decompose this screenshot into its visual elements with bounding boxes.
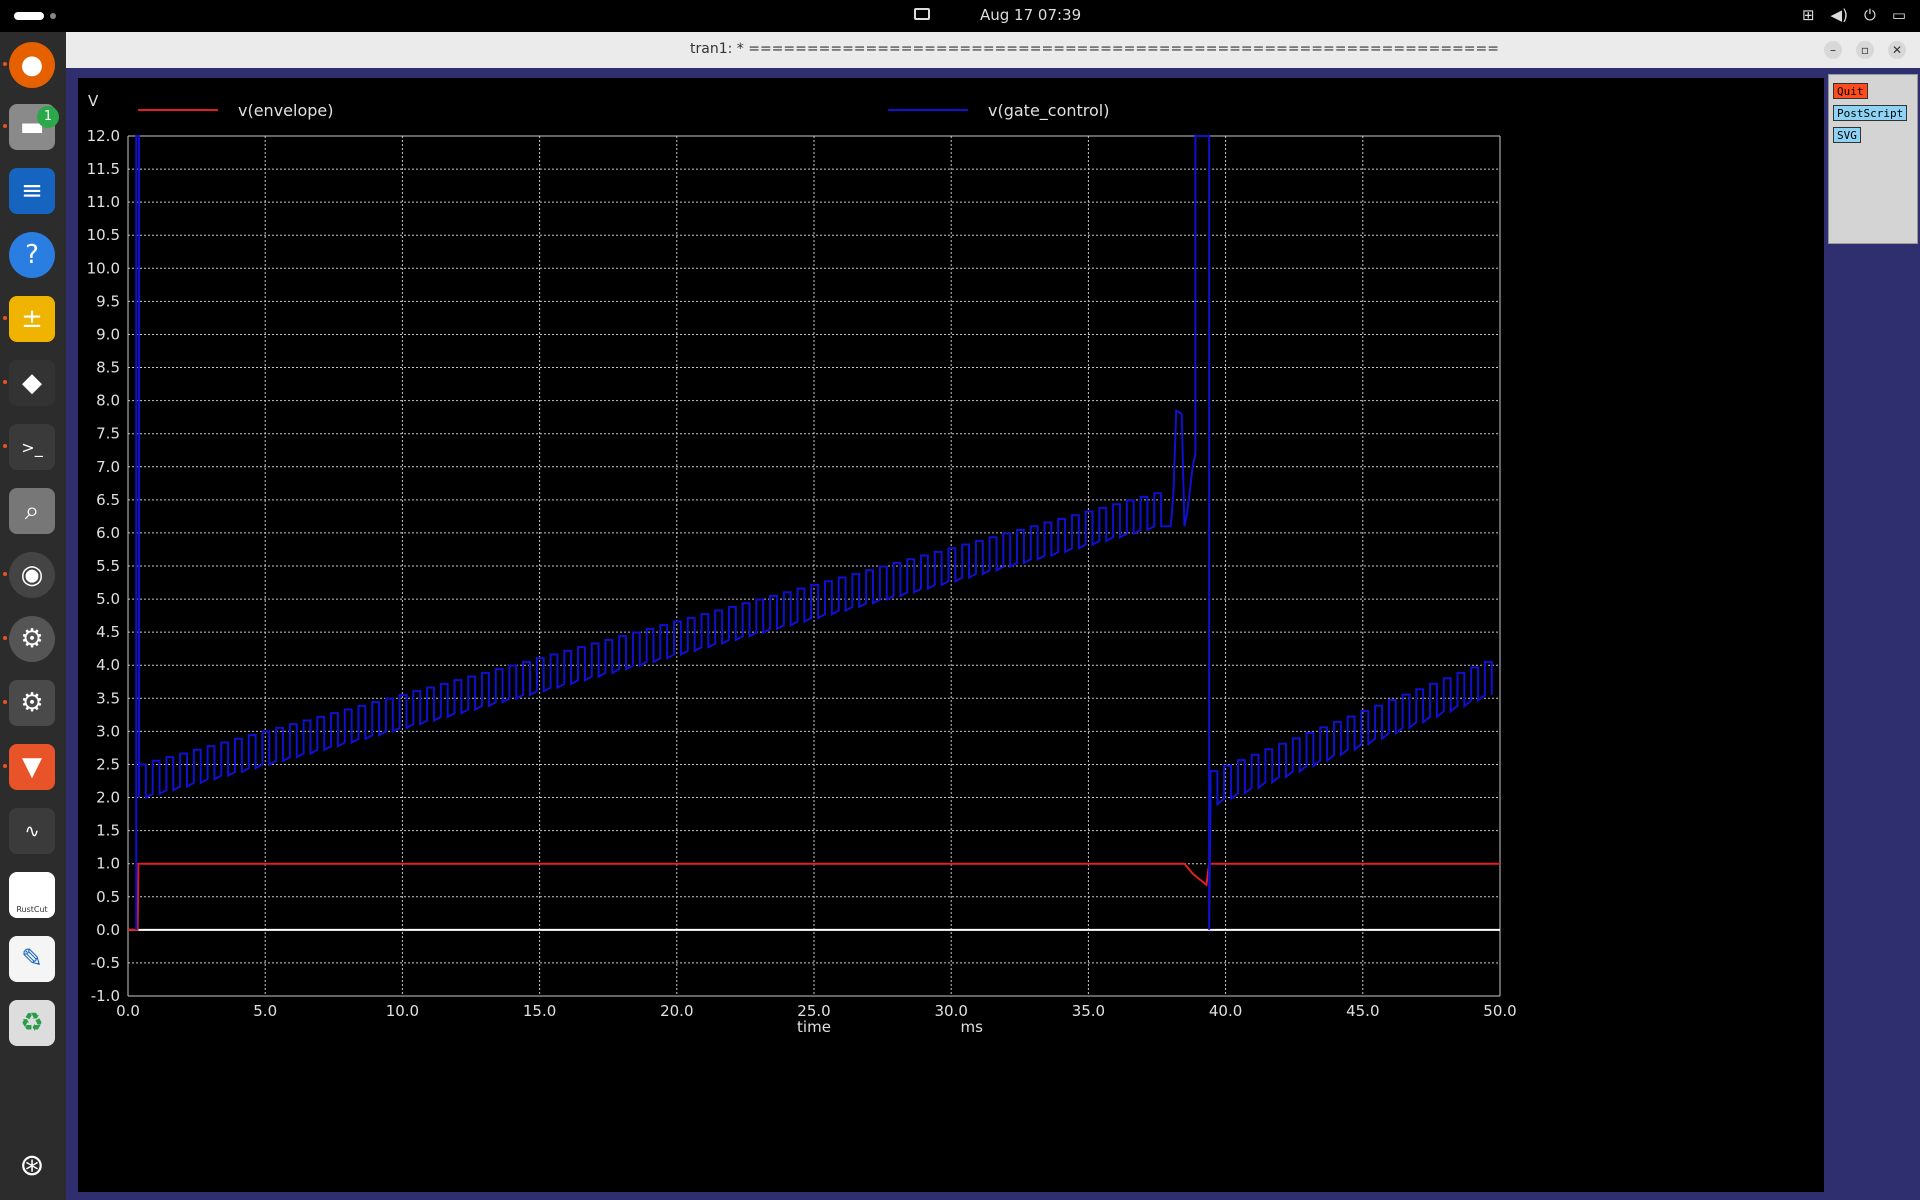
ubuntu-icon[interactable]: ⊛	[9, 1142, 55, 1188]
y-tick-label: 6.0	[96, 524, 120, 542]
workspace-indicator	[50, 13, 56, 19]
terminal-icon[interactable]: >_	[9, 424, 55, 470]
x-axis-label: time	[797, 1018, 831, 1036]
running-indicator	[3, 764, 7, 768]
gear-icon[interactable]: ⚙	[9, 616, 55, 662]
running-indicator	[3, 62, 7, 66]
quit-button[interactable]: Quit	[1833, 83, 1868, 99]
y-tick-label: 8.5	[96, 359, 120, 377]
window-title: tran1: * ===============================…	[690, 41, 1499, 57]
running-indicator	[3, 316, 7, 320]
firefox-icon[interactable]: ●	[9, 42, 55, 88]
y-tick-label: 3.0	[96, 722, 120, 740]
y-tick-label: 7.5	[96, 425, 120, 443]
x-tick-label: 50.0	[1483, 1002, 1516, 1020]
x-tick-label: 35.0	[1072, 1002, 1105, 1020]
magnifier-icon[interactable]: ⌕	[9, 488, 55, 534]
trash-icon[interactable]: ♻	[9, 1000, 55, 1046]
y-tick-label: 10.0	[87, 259, 120, 277]
x-tick-label: 5.0	[253, 1002, 277, 1020]
y-tick-label: 11.5	[87, 160, 120, 178]
screen-share-icon[interactable]	[914, 8, 930, 20]
y-tick-label: 5.5	[96, 557, 120, 575]
postscript-button[interactable]: PostScript	[1833, 105, 1908, 121]
y-tick-label: 0.5	[96, 888, 120, 906]
svg-button[interactable]: SVG	[1833, 127, 1861, 143]
legend-label-envelope: v(envelope)	[238, 101, 333, 120]
close-button[interactable]: ✕	[1888, 41, 1906, 59]
rustcut-icon[interactable]: RustCut	[9, 872, 55, 918]
legend-label-gate-control: v(gate_control)	[988, 101, 1110, 121]
plot-window: tran1: * ===============================…	[66, 32, 1920, 1200]
calculator-icon[interactable]: ±	[9, 296, 55, 342]
y-tick-label: -0.5	[91, 954, 120, 972]
y-tick-label: 1.0	[96, 855, 120, 873]
running-indicator	[3, 700, 7, 704]
power-icon[interactable]: ⏻	[1864, 6, 1876, 24]
network-icon[interactable]: ⊞	[1802, 6, 1815, 24]
system-tray[interactable]: ⊞ ◀) ⏻ ▭	[1802, 6, 1906, 24]
x-tick-label: 40.0	[1209, 1002, 1242, 1020]
maximize-button[interactable]: ▫	[1856, 41, 1874, 59]
x-tick-label: 10.0	[386, 1002, 419, 1020]
gear-icon[interactable]: ⚙	[9, 680, 55, 726]
running-indicator	[3, 380, 7, 384]
dock: ● ▬ 1 ≡ ? ± ◆ >_ ⌕ ◉ ⚙ ⚙ ▼ ∿ RustCut ✎ ♻…	[0, 32, 66, 1200]
brave-icon[interactable]: ▼	[9, 744, 55, 790]
y-tick-label: 8.0	[96, 392, 120, 410]
button-panel: Quit PostScript SVG	[1828, 74, 1918, 244]
title-bar[interactable]: tran1: * ===============================…	[66, 32, 1920, 68]
y-tick-label: 10.5	[87, 226, 120, 244]
y-tick-label: 9.0	[96, 325, 120, 343]
inkscape-icon[interactable]: ◆	[9, 360, 55, 406]
y-tick-label: 4.5	[96, 623, 120, 641]
y-tick-label: 5.0	[96, 590, 120, 608]
y-tick-label: 12.0	[87, 127, 120, 145]
x-tick-label: 45.0	[1346, 1002, 1379, 1020]
document-icon[interactable]: ≡	[9, 168, 55, 214]
plot-area[interactable]: 0.0 5.0 10.0 15.0 20.0 25.0 30.0 35.0 40.0 45.0 50…	[78, 78, 1824, 1192]
running-indicator	[3, 636, 7, 640]
running-indicator	[3, 124, 7, 128]
monitor-icon[interactable]: ∿	[9, 808, 55, 854]
activities-button[interactable]	[14, 12, 44, 20]
x-tick-label: 20.0	[660, 1002, 693, 1020]
y-tick-label: 7.0	[96, 458, 120, 476]
help-icon[interactable]: ?	[9, 232, 55, 278]
y-tick-label: 3.5	[96, 689, 120, 707]
running-indicator	[3, 444, 7, 448]
y-tick-label: 2.5	[96, 755, 120, 773]
text-editor-icon[interactable]: ✎	[9, 936, 55, 982]
notification-badge: 1	[37, 106, 59, 128]
y-tick-label: 6.5	[96, 491, 120, 509]
battery-icon[interactable]: ▭	[1892, 6, 1906, 24]
x-tick-label: 15.0	[523, 1002, 556, 1020]
x-axis-unit: ms	[961, 1018, 984, 1036]
volume-icon[interactable]: ◀)	[1831, 6, 1848, 24]
y-tick-label: 11.0	[87, 193, 120, 211]
top-bar: Aug 17 07:39 ⊞ ◀) ⏻ ▭	[0, 0, 1920, 32]
y-tick-label: 9.5	[96, 292, 120, 310]
speaker-icon[interactable]: ◉	[9, 552, 55, 598]
y-tick-label: 1.5	[96, 822, 120, 840]
y-tick-label: -1.0	[91, 987, 120, 1005]
y-tick-label: 2.0	[96, 789, 120, 807]
y-axis-label: V	[88, 92, 99, 110]
clock[interactable]: Aug 17 07:39	[980, 6, 1081, 24]
y-tick-label: 4.0	[96, 656, 120, 674]
rustcut-label: RustCut	[16, 905, 48, 914]
running-indicator	[3, 572, 7, 576]
minimize-button[interactable]: –	[1824, 41, 1842, 59]
y-tick-label: 0.0	[96, 921, 120, 939]
waveform-chart[interactable]: 0.0 5.0 10.0 15.0 20.0 25.0 30.0 35.0 40.0 45.0 50…	[78, 78, 1824, 1192]
